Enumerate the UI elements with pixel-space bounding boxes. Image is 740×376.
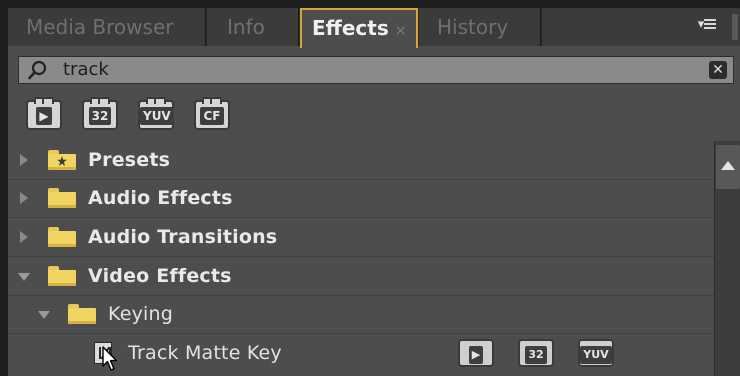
tab-effects[interactable]: Effects ×: [300, 8, 418, 48]
tree-item-audio-effects[interactable]: Audio Effects: [8, 179, 714, 218]
scroll-up-icon[interactable]: [716, 145, 740, 189]
tab-info[interactable]: Info: [207, 8, 299, 46]
panel-edge: [732, 14, 738, 40]
search-input[interactable]: track: [63, 57, 109, 83]
expand-arrow-icon[interactable]: [20, 231, 28, 243]
tab-close-icon[interactable]: ×: [395, 23, 407, 39]
vertical-scrollbar[interactable]: [714, 141, 740, 376]
tab-bar-filler: ▾: [542, 8, 740, 46]
clear-search-icon[interactable]: ✕: [709, 61, 727, 79]
tree-item-label: Video Effects: [88, 265, 232, 287]
collapse-arrow-icon[interactable]: [38, 311, 50, 319]
effects-panel: Media Browser Info Effects × History ▾ tr…: [8, 8, 740, 376]
cf-filter-button[interactable]: CF: [194, 97, 230, 130]
32-bit-badge: 32: [518, 339, 554, 367]
collapse-arrow-icon[interactable]: [18, 273, 30, 281]
folder-icon: [48, 266, 76, 286]
tree-item-presets[interactable]: Presets: [8, 141, 714, 180]
yuv-filter-button[interactable]: YUV: [138, 97, 174, 130]
tab-media-browser[interactable]: Media Browser: [8, 8, 206, 46]
expand-arrow-icon[interactable]: [20, 192, 28, 204]
expand-arrow-icon[interactable]: [20, 154, 28, 166]
tree-item-label: Keying: [108, 303, 174, 325]
32-bit-filter-button[interactable]: 32: [82, 97, 118, 130]
mouse-pointer-icon: [102, 346, 118, 371]
tree-item-keying[interactable]: Keying: [8, 295, 714, 334]
tab-bar: Media Browser Info Effects × History ▾: [8, 8, 740, 48]
tree-item-audio-transitions[interactable]: Audio Transitions: [8, 218, 714, 257]
tree-item-label: Presets: [88, 149, 171, 171]
tree-item-label: Audio Effects: [88, 187, 233, 209]
accelerated-effect-icon: ▶: [458, 339, 494, 367]
tree-item-label: Audio Transitions: [88, 226, 278, 248]
search-icon: [28, 60, 47, 80]
accelerated-effects-filter-icon[interactable]: ▶: [26, 97, 62, 130]
folder-icon: [48, 188, 76, 208]
folder-icon: [68, 304, 96, 324]
yuv-badge: YUV: [578, 339, 614, 367]
folder-icon: [48, 227, 76, 247]
effects-tree: Presets Audio Effects Audio Transitions …: [8, 141, 714, 376]
tree-item-video-effects[interactable]: Video Effects: [8, 257, 714, 296]
presets-folder-icon: [48, 150, 76, 170]
tab-effects-label: Effects: [312, 16, 389, 40]
tab-history[interactable]: History: [419, 8, 541, 46]
search-field[interactable]: track ✕: [18, 56, 734, 84]
tree-item-label: Track Matte Key: [128, 342, 282, 364]
panel-menu-icon[interactable]: ▾: [694, 16, 720, 34]
